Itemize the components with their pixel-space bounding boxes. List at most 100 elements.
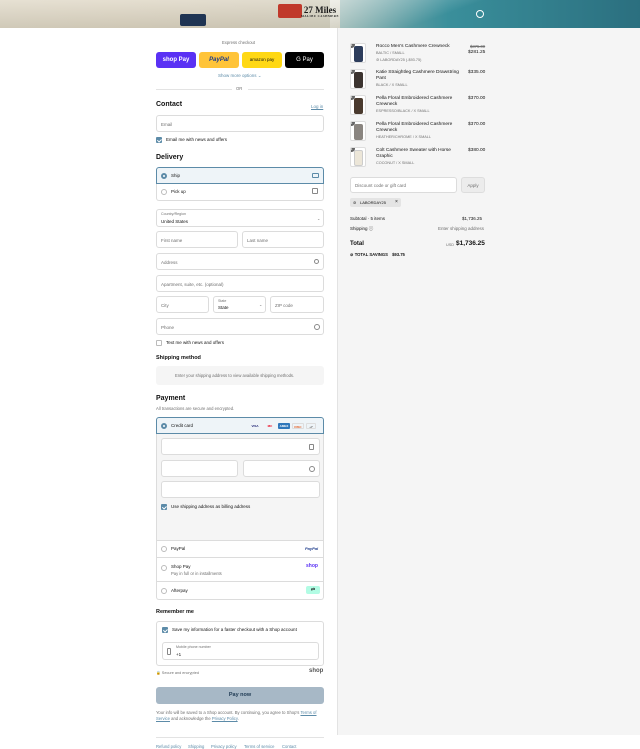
remember-me-label: Save my information for a faster checkou…: [172, 627, 297, 632]
item-price: $281.25: [468, 50, 486, 55]
email-field[interactable]: Email: [156, 115, 324, 132]
apply-button[interactable]: Apply: [461, 177, 485, 193]
remove-discount-icon[interactable]: ×: [395, 199, 398, 205]
zip-field[interactable]: ZIP code: [270, 296, 324, 313]
credit-card-option[interactable]: Credit card VISA MC AMEX DISC +7: [156, 417, 324, 434]
apartment-field[interactable]: Apartment, suite, etc. (optional): [156, 275, 324, 292]
shipping-value: Enter shipping address: [438, 226, 485, 231]
shop-pay-subtitle: Pay in full or in installments: [171, 571, 222, 576]
amazon-pay-button[interactable]: amazon pay: [242, 52, 282, 68]
total-label: Total: [350, 241, 364, 247]
shop-pay-option[interactable]: Shop Pay Pay in full or in installments …: [156, 558, 324, 582]
item-name: Rocco Men's Cashmere Crewneck: [376, 44, 450, 49]
pickup-option[interactable]: Pick up: [156, 184, 324, 201]
help-icon[interactable]: [309, 466, 315, 472]
login-link[interactable]: Log in: [311, 104, 323, 109]
footer-link-terms[interactable]: Terms of service: [244, 744, 274, 749]
ship-radio[interactable]: [161, 173, 167, 179]
pickup-label: Pick up: [171, 189, 186, 194]
divider: [248, 89, 324, 90]
contact-title: Contact: [156, 101, 183, 108]
paypal-label: PayPal: [171, 546, 186, 551]
last-name-field[interactable]: Last name: [242, 231, 324, 248]
address-field[interactable]: Address: [156, 253, 324, 270]
phone-field[interactable]: Phone: [156, 318, 324, 335]
ship-option[interactable]: Ship: [156, 167, 324, 184]
footer-link-privacy[interactable]: Privacy policy: [211, 744, 237, 749]
product-thumbnail: 1: [350, 147, 366, 167]
city-field[interactable]: City: [156, 296, 209, 313]
footer-link-contact[interactable]: Contact: [282, 744, 296, 749]
pay-now-button[interactable]: Pay now: [156, 687, 324, 704]
google-pay-button[interactable]: G Pay: [285, 52, 324, 68]
discount-code-field[interactable]: Discount code or gift card: [350, 177, 457, 193]
name-on-card-field[interactable]: [161, 481, 320, 498]
country-select[interactable]: Country/Region United States ⌄: [156, 209, 324, 227]
billing-same-checkbox[interactable]: [161, 504, 167, 510]
item-price: $380.00: [468, 148, 486, 153]
mastercard-icon: MC: [267, 424, 273, 428]
text-news-checkbox[interactable]: [156, 340, 162, 346]
amex-icon: AMEX: [278, 423, 290, 429]
brand-logo[interactable]: 27 Miles MALIBU CASHMERE: [300, 6, 340, 19]
security-code-field[interactable]: [243, 460, 320, 477]
pickup-radio[interactable]: [161, 189, 167, 195]
remember-me-checkbox[interactable]: [162, 627, 168, 633]
payment-title: Payment: [156, 395, 186, 402]
paypal-radio[interactable]: [161, 546, 167, 552]
mobile-phone-value: +1: [176, 652, 182, 657]
expiration-field[interactable]: [161, 460, 238, 477]
first-name-field[interactable]: First name: [156, 231, 238, 248]
visa-icon: VISA: [251, 424, 259, 428]
order-summary: 1 Rocco Men's Cashmere Crewneck BALTIC /…: [337, 28, 640, 735]
state-label: State: [218, 299, 227, 303]
credit-card-radio[interactable]: [161, 423, 167, 429]
discover-icon: DISC: [292, 423, 304, 429]
afterpay-radio[interactable]: [161, 588, 167, 594]
paypal-logo: PayPal: [305, 546, 319, 551]
show-more-options-link[interactable]: Show more options ⌄: [218, 73, 262, 79]
subtotal-label: Subtotal · 5 items: [350, 216, 386, 221]
shop-pay-radio[interactable]: [161, 565, 167, 571]
state-select[interactable]: State State ⌄: [213, 296, 266, 313]
legal-end: .: [237, 716, 239, 721]
shipping-method-note: Enter your shipping address to view avai…: [175, 373, 295, 378]
email-news-checkbox[interactable]: [156, 137, 162, 143]
store-icon: [312, 188, 318, 194]
shop-logo: shop: [309, 668, 324, 674]
item-variant: ESPRESSO/BLACK / X SMALL: [376, 109, 430, 113]
chevron-down-icon: ⌄: [317, 216, 321, 221]
total-value: $1,736.25: [456, 240, 485, 247]
help-icon[interactable]: [314, 324, 320, 330]
item-price: $335.00: [468, 70, 486, 75]
afterpay-option[interactable]: Afterpay ⇄: [156, 582, 324, 600]
cart-bag-icon[interactable]: [476, 10, 484, 18]
shipping-method-title: Shipping method: [156, 355, 201, 361]
beach-chair-image: [180, 14, 206, 26]
product-image: [354, 124, 363, 140]
mobile-phone-field[interactable]: Mobile phone number +1: [162, 642, 319, 660]
cart-item: 1 Katie Straightleg Cashmere Drawstring …: [350, 69, 486, 93]
product-image: [354, 72, 363, 88]
credit-card-label: Credit card: [171, 423, 194, 428]
item-variant: BLACK / X SMALL: [376, 83, 408, 87]
state-value: State: [218, 305, 229, 310]
paypal-option[interactable]: PayPal PayPal: [156, 541, 324, 558]
privacy-policy-link[interactable]: Privacy Policy: [212, 716, 238, 721]
footer-link-shipping[interactable]: Shipping: [188, 744, 204, 749]
shipping-method-placeholder: Enter your shipping address to view avai…: [156, 366, 324, 385]
help-icon[interactable]: ⓘ: [369, 226, 374, 231]
footer-link-refund[interactable]: Refund policy: [156, 744, 181, 749]
paypal-button[interactable]: PayPal: [199, 52, 239, 68]
secure-label: 🔒 Secure and encrypted: [156, 671, 199, 675]
total-savings: ⊘ TOTAL SAVINGS $93.75: [350, 252, 405, 257]
shop-pay-button[interactable]: shop Pay: [156, 52, 196, 68]
search-icon: [314, 259, 319, 264]
item-discount: ⊘ LABORDAY25 (-$93.75): [376, 58, 422, 62]
delivery-title: Delivery: [156, 154, 184, 161]
payment-subtitle: All transactions are secure and encrypte…: [156, 406, 235, 411]
item-name: Pella Floral Embroidered Cashmere Crewne…: [376, 96, 453, 107]
card-number-field[interactable]: [161, 438, 320, 455]
product-image: [354, 150, 363, 166]
lock-icon: [309, 444, 314, 450]
